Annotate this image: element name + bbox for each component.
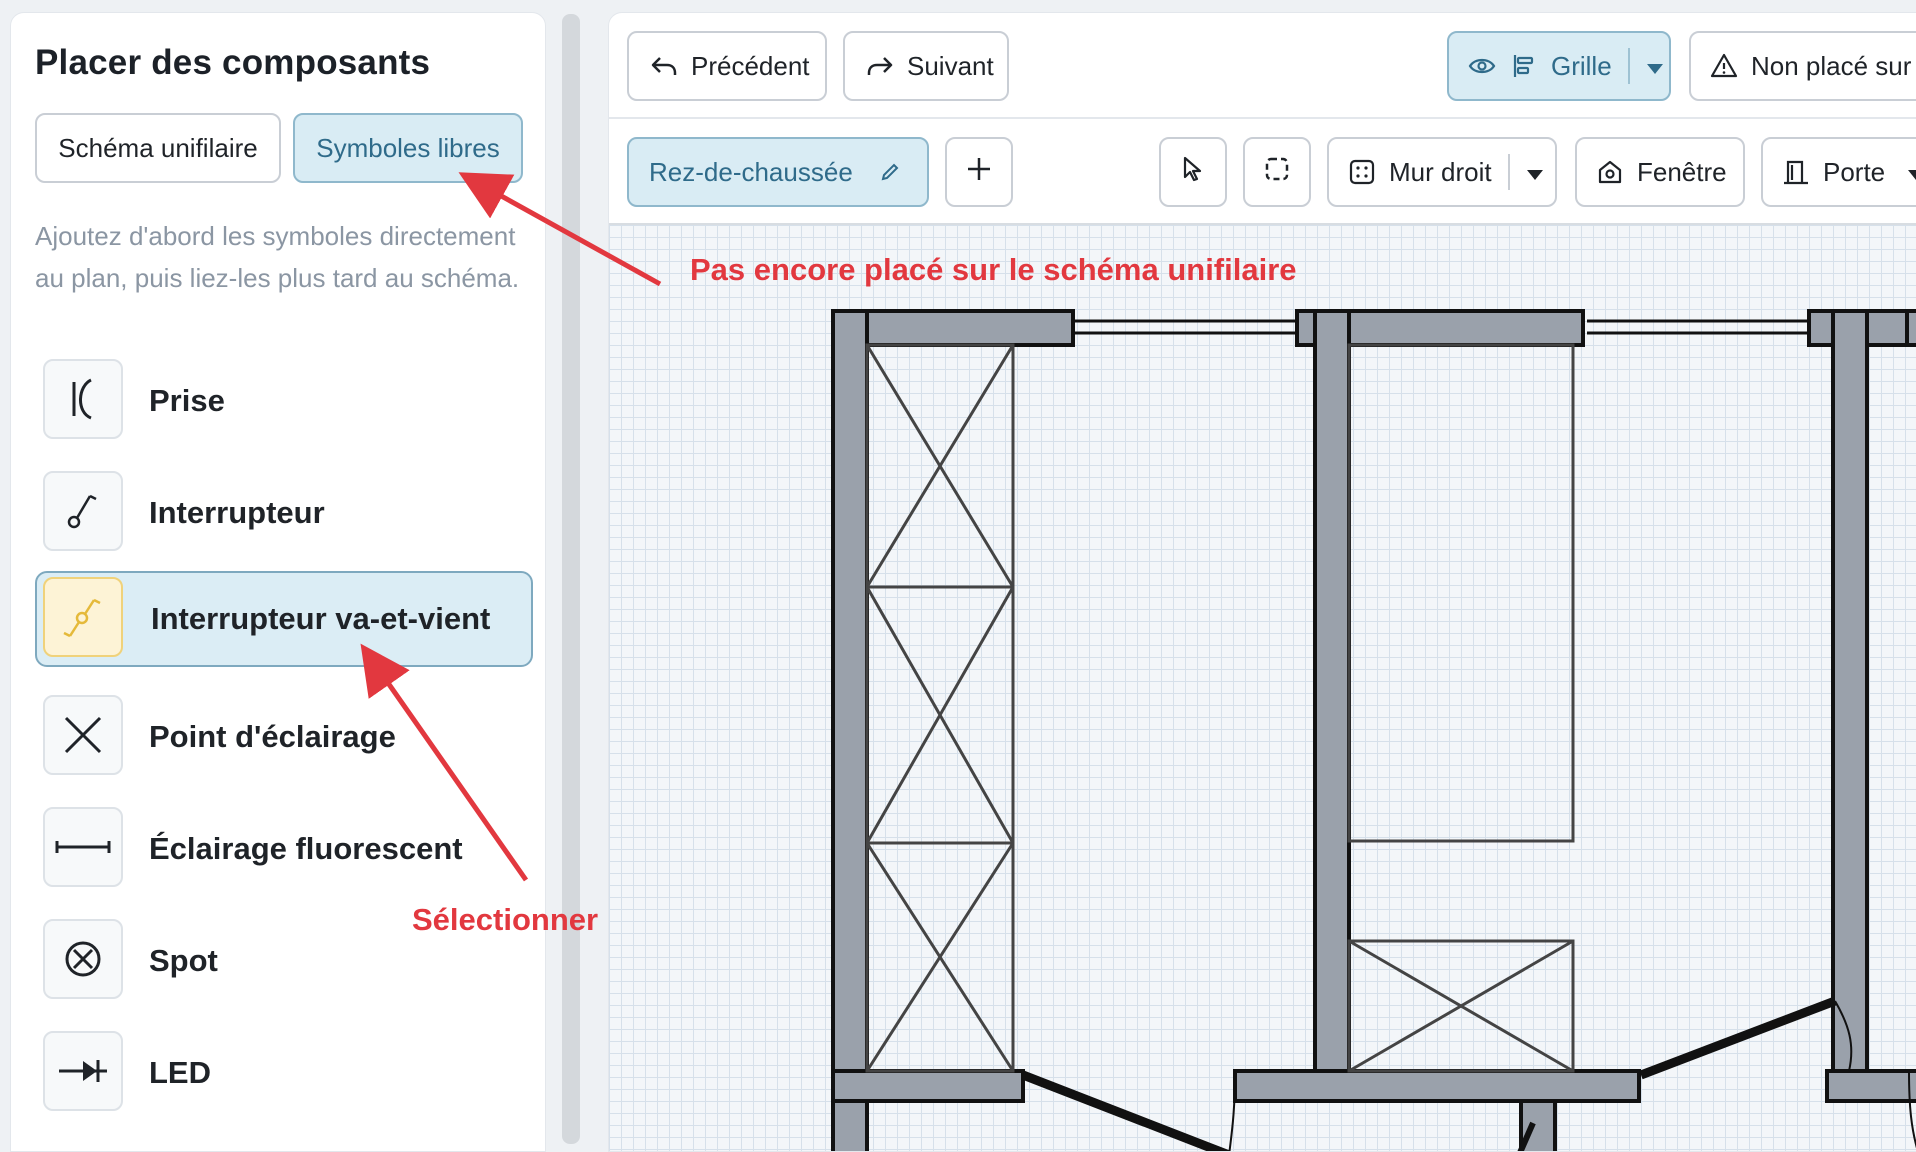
component-label: Spot	[149, 943, 218, 978]
undo-button[interactable]: Précédent	[627, 31, 827, 101]
wall-grid-icon	[1347, 157, 1377, 187]
wall-label: Mur droit	[1389, 156, 1492, 187]
component-item-point-eclairage[interactable]: Point d'éclairage	[35, 689, 533, 785]
door-tool-button[interactable]: Porte	[1761, 137, 1916, 207]
redo-icon	[865, 51, 895, 81]
select-tool-button[interactable]	[1159, 137, 1227, 207]
component-label: Éclairage fluorescent	[149, 831, 463, 866]
floor-selector[interactable]: Rez-de-chaussée	[627, 137, 929, 207]
component-label: Interrupteur va-et-vient	[151, 601, 491, 636]
window-tool-button[interactable]: Fenêtre	[1575, 137, 1745, 207]
panel-hint: Ajoutez d'abord les symboles directement…	[35, 221, 520, 293]
socket-icon	[43, 359, 123, 439]
warning-icon	[1709, 51, 1739, 81]
marquee-select-icon	[1263, 155, 1291, 190]
chevron-down-icon[interactable]	[1907, 157, 1916, 188]
add-floor-button[interactable]	[945, 137, 1013, 207]
plus-icon	[965, 155, 993, 190]
component-label: Interrupteur	[149, 495, 325, 530]
grid-toggle[interactable]: Grille	[1447, 31, 1671, 101]
annotation-not-placed: Pas encore placé sur le schéma unifilair…	[690, 252, 1297, 287]
eye-icon	[1467, 51, 1497, 81]
chevron-down-icon[interactable]	[1526, 157, 1544, 188]
unplaced-label: Non placé sur l	[1751, 50, 1916, 81]
door-label: Porte	[1823, 156, 1886, 187]
mode-single-line-button[interactable]: Schéma unifilaire	[35, 113, 281, 183]
panel-scrollbar[interactable]	[562, 14, 580, 1144]
component-item-va-et-vient[interactable]: Interrupteur va-et-vient	[35, 571, 533, 667]
door-icon	[1781, 157, 1811, 187]
cursor-icon	[1180, 155, 1206, 190]
mode-free-symbols-button[interactable]: Symboles libres	[293, 113, 523, 183]
annotation-select: Sélectionner	[412, 902, 599, 937]
marquee-tool-button[interactable]	[1243, 137, 1311, 207]
panel-title: Placer des composants	[35, 43, 431, 82]
grid-label: Grille	[1551, 50, 1612, 81]
window-icon	[1595, 157, 1625, 187]
component-panel: Placer des composants Schéma unifilaire …	[10, 12, 546, 1152]
switch-icon	[43, 471, 123, 551]
chevron-down-icon[interactable]	[1646, 51, 1664, 82]
component-item-interrupteur[interactable]: Interrupteur	[35, 465, 533, 561]
fluorescent-icon	[43, 807, 123, 887]
redo-button[interactable]: Suivant	[843, 31, 1009, 101]
component-item-prise[interactable]: Prise	[35, 353, 533, 449]
floor-label: Rez-de-chaussée	[649, 156, 853, 187]
redo-label: Suivant	[907, 50, 994, 81]
component-label: Prise	[149, 383, 225, 418]
window-label: Fenêtre	[1637, 156, 1727, 187]
light-point-icon	[43, 695, 123, 775]
two-way-switch-icon	[43, 577, 123, 657]
spot-icon	[43, 919, 123, 999]
undo-label: Précédent	[691, 50, 810, 81]
pencil-icon[interactable]	[875, 157, 905, 187]
component-item-fluorescent[interactable]: Éclairage fluorescent	[35, 801, 533, 897]
component-label: LED	[149, 1055, 211, 1090]
wall-tool-button[interactable]: Mur droit	[1327, 137, 1557, 207]
floorplan-drawing	[831, 309, 1916, 1151]
component-label: Point d'éclairage	[149, 719, 396, 754]
unplaced-filter-button[interactable]: Non placé sur l	[1689, 31, 1916, 101]
led-icon	[43, 1031, 123, 1111]
layout-icon	[1509, 51, 1539, 81]
undo-icon	[649, 51, 679, 81]
floorplan-editor: Précédent Suivant Grille Non placé sur l…	[608, 12, 1916, 1152]
floorplan-canvas[interactable]	[609, 225, 1916, 1151]
component-item-led[interactable]: LED	[35, 1025, 533, 1121]
